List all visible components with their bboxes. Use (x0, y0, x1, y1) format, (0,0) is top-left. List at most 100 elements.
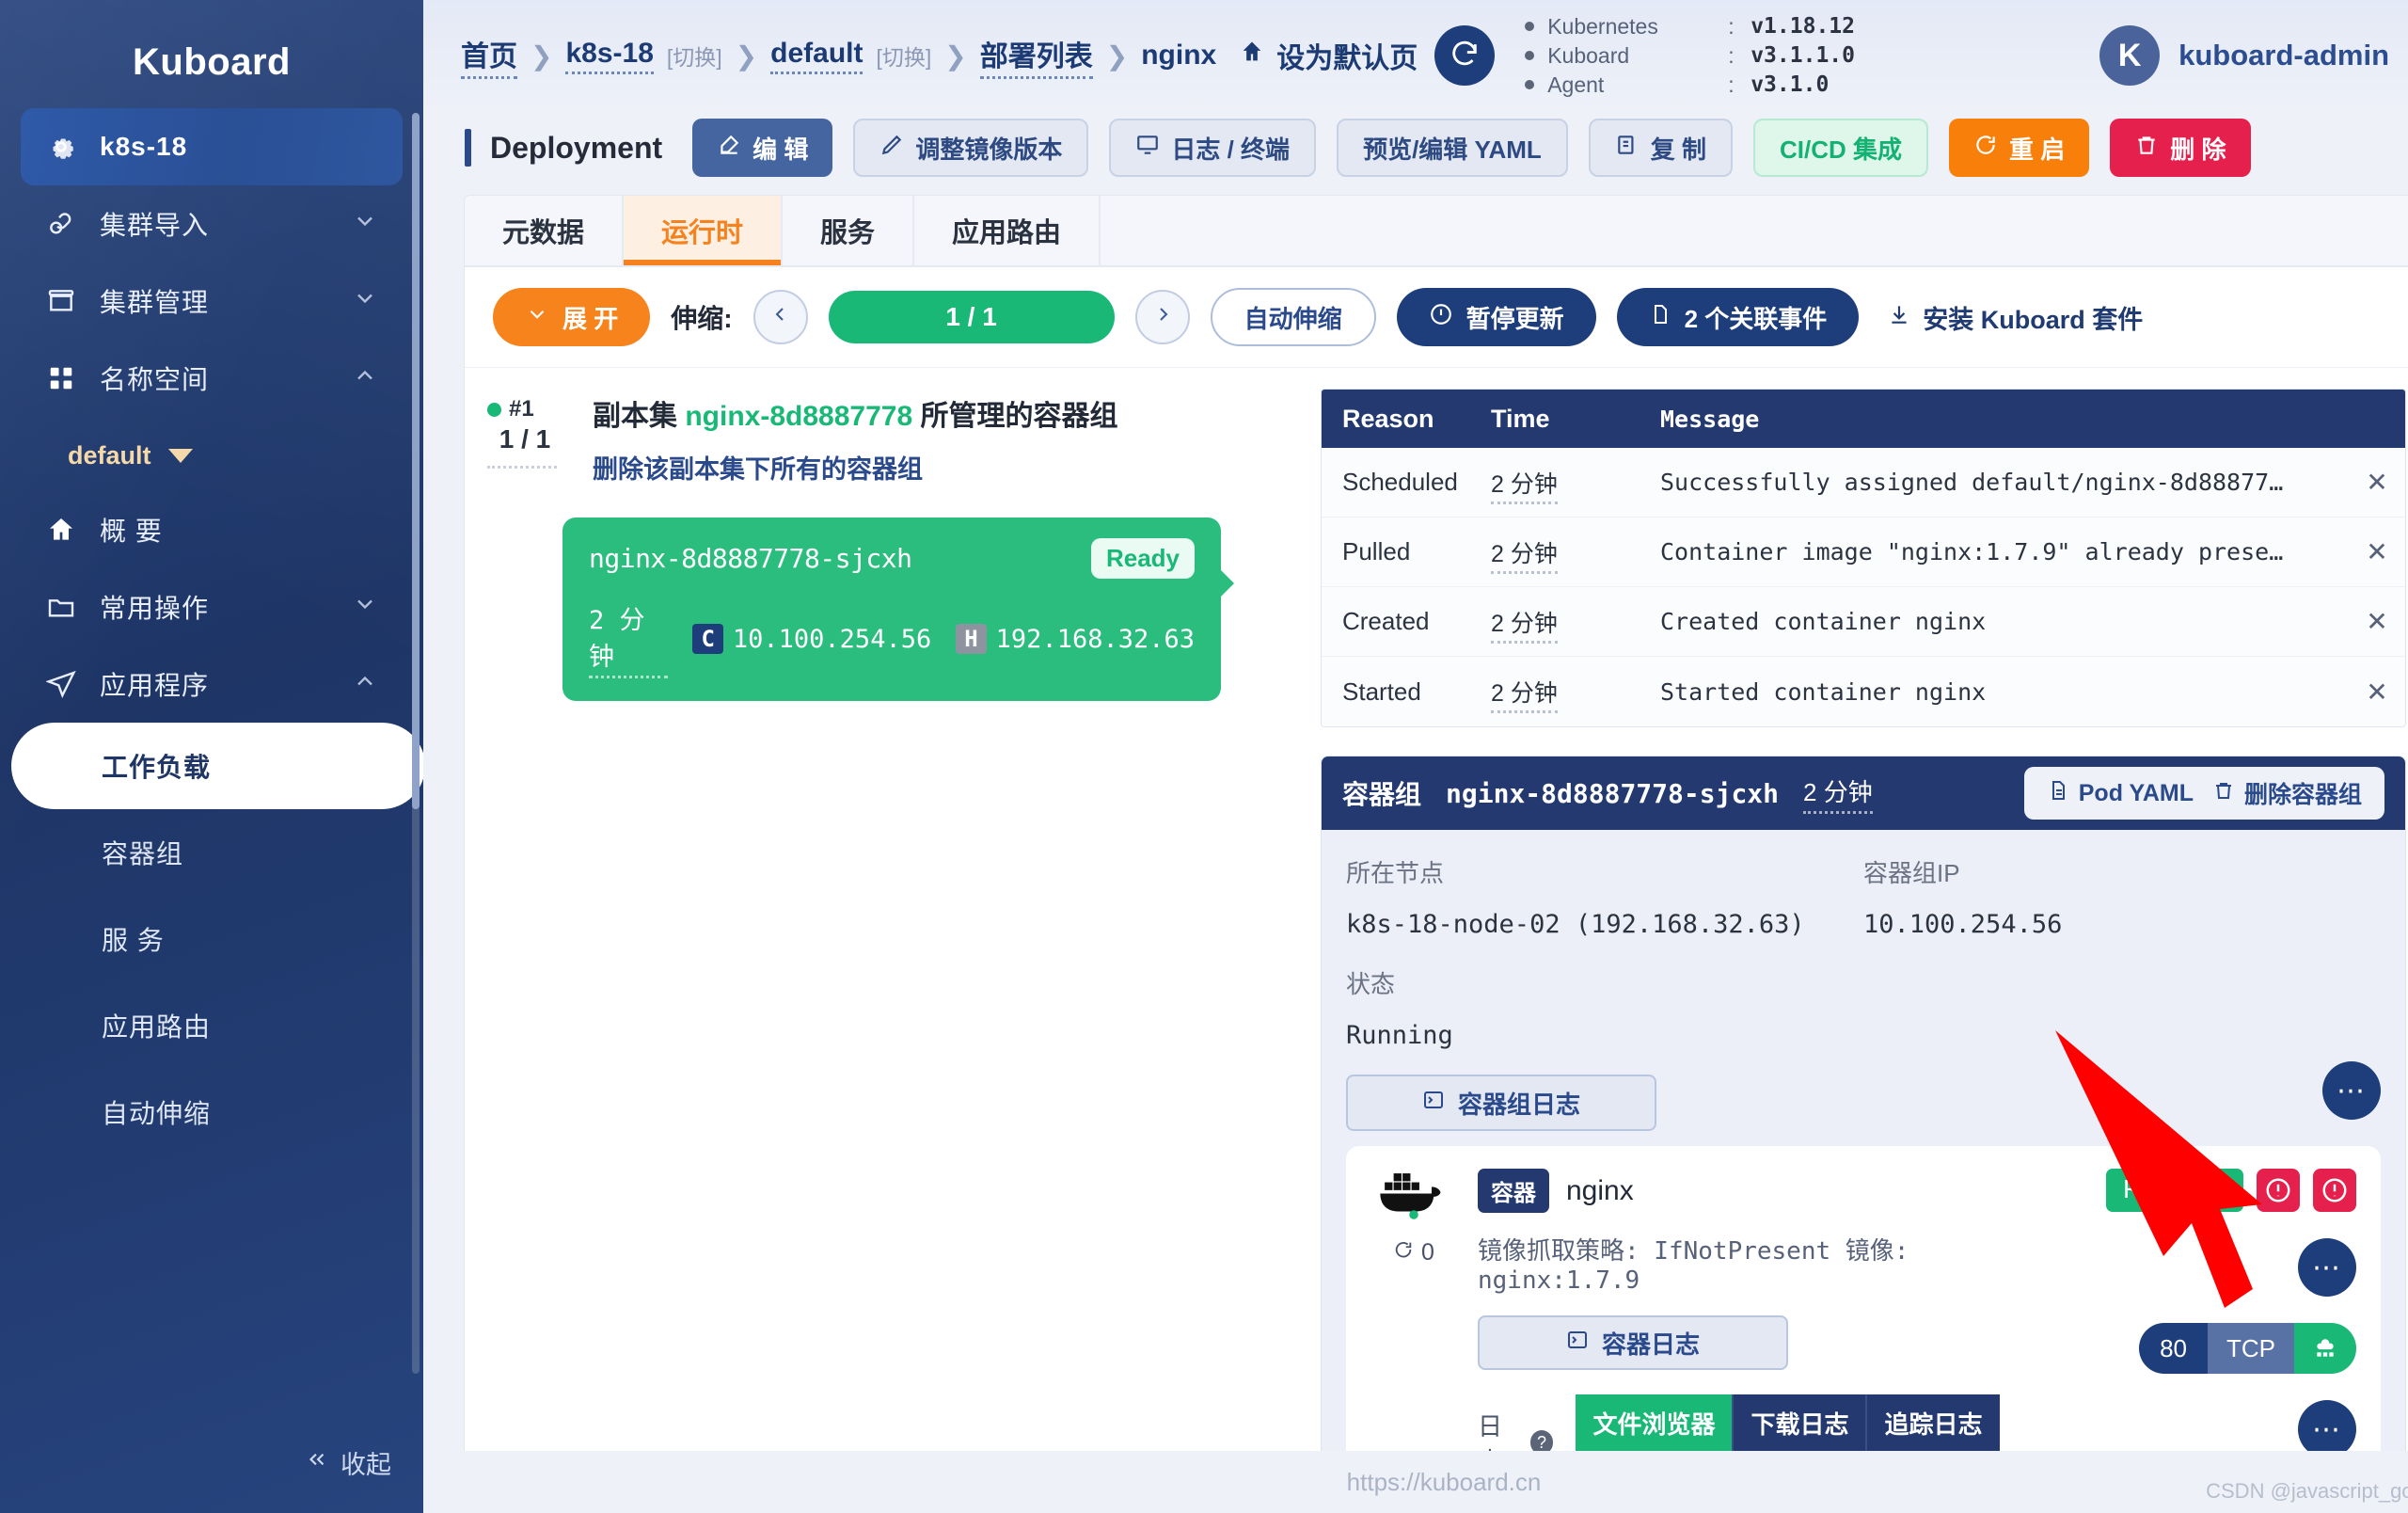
pause-update-button[interactable]: 暂停更新 (1397, 288, 1596, 346)
chevrons-left-icon (305, 1447, 329, 1478)
close-icon[interactable]: ✕ (2349, 467, 2405, 498)
container-port-badge[interactable]: 80 TCP (2139, 1323, 2356, 1374)
close-icon[interactable]: ✕ (2349, 536, 2405, 567)
user-menu[interactable]: K kuboard-admin (2099, 25, 2408, 86)
set-default-page-button[interactable]: 设为默认页 (1239, 35, 1418, 76)
pod-yaml-button[interactable]: Pod YAML (2047, 779, 2194, 808)
preview-yaml-button[interactable]: 预览/编辑 YAML (1337, 119, 1568, 177)
sidebar-item-ingress[interactable]: 应用路由 (0, 982, 423, 1069)
table-row[interactable]: Scheduled 2 分钟 Successfully assigned def… (1322, 448, 2405, 518)
main-area: 首页 ❯ k8s-18 [切换] ❯ default [切换] ❯ 部署列表 ❯… (423, 0, 2408, 1513)
scale-label: 伸缩: (671, 298, 732, 336)
install-kuboard-suite-link[interactable]: 安装 Kuboard 套件 (1887, 299, 2143, 336)
sidebar-item-label: 名称空间 (100, 359, 329, 397)
sidebar-item-applications[interactable]: 应用程序 (21, 645, 403, 723)
alert-circle-icon[interactable] (2313, 1169, 2356, 1212)
logs-label: 日志 (1478, 1408, 1525, 1451)
event-message: Started container nginx (1660, 678, 2349, 706)
tab-ingress[interactable]: 应用路由 (914, 196, 1101, 265)
event-time: 2 分钟 (1491, 675, 1660, 709)
status-dot-icon (487, 403, 501, 417)
replicaset-index: #1 1 / 1 (487, 392, 568, 486)
breadcrumb-cluster[interactable]: k8s-18 (565, 38, 653, 74)
breadcrumb-deployments[interactable]: 部署列表 (980, 33, 1093, 79)
sidebar-item-overview[interactable]: 概 要 (21, 491, 403, 568)
sidebar-item-cluster-import[interactable]: 集群导入 (21, 185, 403, 263)
file-browser-button[interactable]: 文件浏览器 (1576, 1394, 1732, 1451)
container-port-more-button[interactable]: ⋯ (2298, 1400, 2356, 1451)
delete-pod-button[interactable]: 删除容器组 (2212, 776, 2362, 810)
replicaset-ratio: 1 / 1 (487, 424, 557, 469)
expand-button[interactable]: 展 开 (493, 288, 650, 346)
version-info: Kubernetes : v1.18.12 Kuboard : v3.1.1.0… (1525, 14, 1855, 98)
tab-runtime[interactable]: 运行时 (624, 196, 783, 265)
edit-button[interactable]: 编 辑 (692, 119, 832, 177)
sidebar-scrollbar-thumb[interactable] (412, 113, 420, 809)
sidebar-item-autoscale[interactable]: 自动伸缩 (0, 1069, 423, 1155)
container-icon-col: 0 (1370, 1169, 1457, 1451)
close-icon[interactable]: ✕ (2349, 606, 2405, 637)
sidebar-cluster-label: k8s-18 (100, 132, 378, 162)
help-icon[interactable]: ? (1530, 1430, 1554, 1451)
restart-button[interactable]: 重 启 (1949, 119, 2089, 177)
breadcrumb-current: nginx (1141, 40, 1216, 72)
cicd-button[interactable]: CI/CD 集成 (1753, 119, 1928, 177)
container-more-button[interactable]: ⋯ (2298, 1238, 2356, 1297)
copy-label: 复 制 (1651, 131, 1706, 166)
table-row[interactable]: Pulled 2 分钟 Container image "nginx:1.7.9… (1322, 518, 2405, 587)
trace-log-button[interactable]: 追踪日志 (1865, 1394, 1999, 1451)
namespace-selector[interactable]: default (0, 417, 423, 491)
logs-terminal-button[interactable]: 日志 / 终端 (1109, 119, 1316, 177)
refresh-button[interactable] (1434, 25, 1495, 86)
tab-services[interactable]: 服务 (783, 196, 914, 265)
breadcrumb-cluster-switch[interactable]: [切换] (667, 40, 722, 72)
close-icon[interactable]: ✕ (2349, 677, 2405, 708)
pod-card[interactable]: nginx-8d8887778-sjcxh Ready 2 分钟 C 10.10… (562, 518, 1221, 701)
pod-card-meta: 2 分钟 C 10.100.254.56 H 192.168.32.63 (589, 599, 1195, 678)
scale-value[interactable]: 1 / 1 (829, 291, 1115, 343)
sidebar-item-cluster-manage[interactable]: 集群管理 (21, 263, 403, 340)
sidebar-item-common-ops[interactable]: 常用操作 (21, 568, 403, 645)
pod-ready-badge: Ready (1091, 538, 1195, 579)
download-log-button[interactable]: 下载日志 (1732, 1394, 1865, 1451)
alert-circle-icon[interactable] (2257, 1169, 2300, 1212)
breadcrumb-namespace[interactable]: default (770, 38, 863, 74)
event-message: Created container nginx (1660, 608, 2349, 635)
trash-icon (2134, 133, 2159, 164)
pod-more-button[interactable]: ⋯ (2322, 1061, 2381, 1120)
pod-yaml-label: Pod YAML (2079, 780, 2194, 807)
sidebar-nav: k8s-18 集群导入 集群管理 (0, 108, 423, 1155)
copy-button[interactable]: 复 制 (1589, 119, 1733, 177)
scale-decrease-button[interactable] (753, 290, 808, 344)
sidebar-collapse-label: 收起 (341, 1444, 391, 1481)
delete-all-pods-link[interactable]: 删除该副本集下所有的容器组 (593, 449, 1117, 486)
event-time-value: 2 分钟 (1491, 680, 1558, 713)
tab-metadata[interactable]: 元数据 (465, 196, 624, 265)
sidebar-item-workload[interactable]: 工作负载 (11, 723, 423, 809)
sidebar-item-cluster[interactable]: k8s-18 (21, 108, 403, 185)
autoscale-button[interactable]: 自动伸缩 (1211, 288, 1376, 346)
event-reason: Pulled (1322, 537, 1491, 566)
delete-button[interactable]: 删 除 (2110, 119, 2250, 177)
breadcrumb-home[interactable]: 首页 (461, 33, 517, 79)
related-events-label: 2 个关联事件 (1685, 300, 1828, 335)
sidebar-item-pods[interactable]: 容器组 (0, 809, 423, 896)
sidebar-item-namespace[interactable]: 名称空间 (21, 340, 403, 417)
change-image-version-button[interactable]: 调整镜像版本 (853, 119, 1088, 177)
container-name: nginx (1566, 1175, 1634, 1207)
port-protocol: TCP (2208, 1323, 2294, 1374)
user-name: kuboard-admin (2178, 39, 2389, 72)
sidebar-collapse-button[interactable]: 收起 (305, 1444, 391, 1481)
replicaset-title: 副本集 nginx-8d8887778 所管理的容器组 (593, 392, 1117, 434)
table-row[interactable]: Started 2 分钟 Started container nginx ✕ (1322, 657, 2405, 726)
container-log-button[interactable]: 容器日志 (1478, 1315, 1788, 1370)
namespace-value: default (68, 441, 151, 470)
pod-log-button[interactable]: 容器组日志 (1346, 1075, 1656, 1131)
download-icon (1887, 302, 1911, 333)
related-events-button[interactable]: 2 个关联事件 (1617, 288, 1860, 346)
table-row[interactable]: Created 2 分钟 Created container nginx ✕ (1322, 587, 2405, 657)
scale-increase-button[interactable] (1135, 290, 1190, 344)
pod-ip-tag: C (692, 624, 722, 654)
sidebar-item-services[interactable]: 服 务 (0, 896, 423, 982)
breadcrumb-namespace-switch[interactable]: [切换] (876, 40, 931, 72)
